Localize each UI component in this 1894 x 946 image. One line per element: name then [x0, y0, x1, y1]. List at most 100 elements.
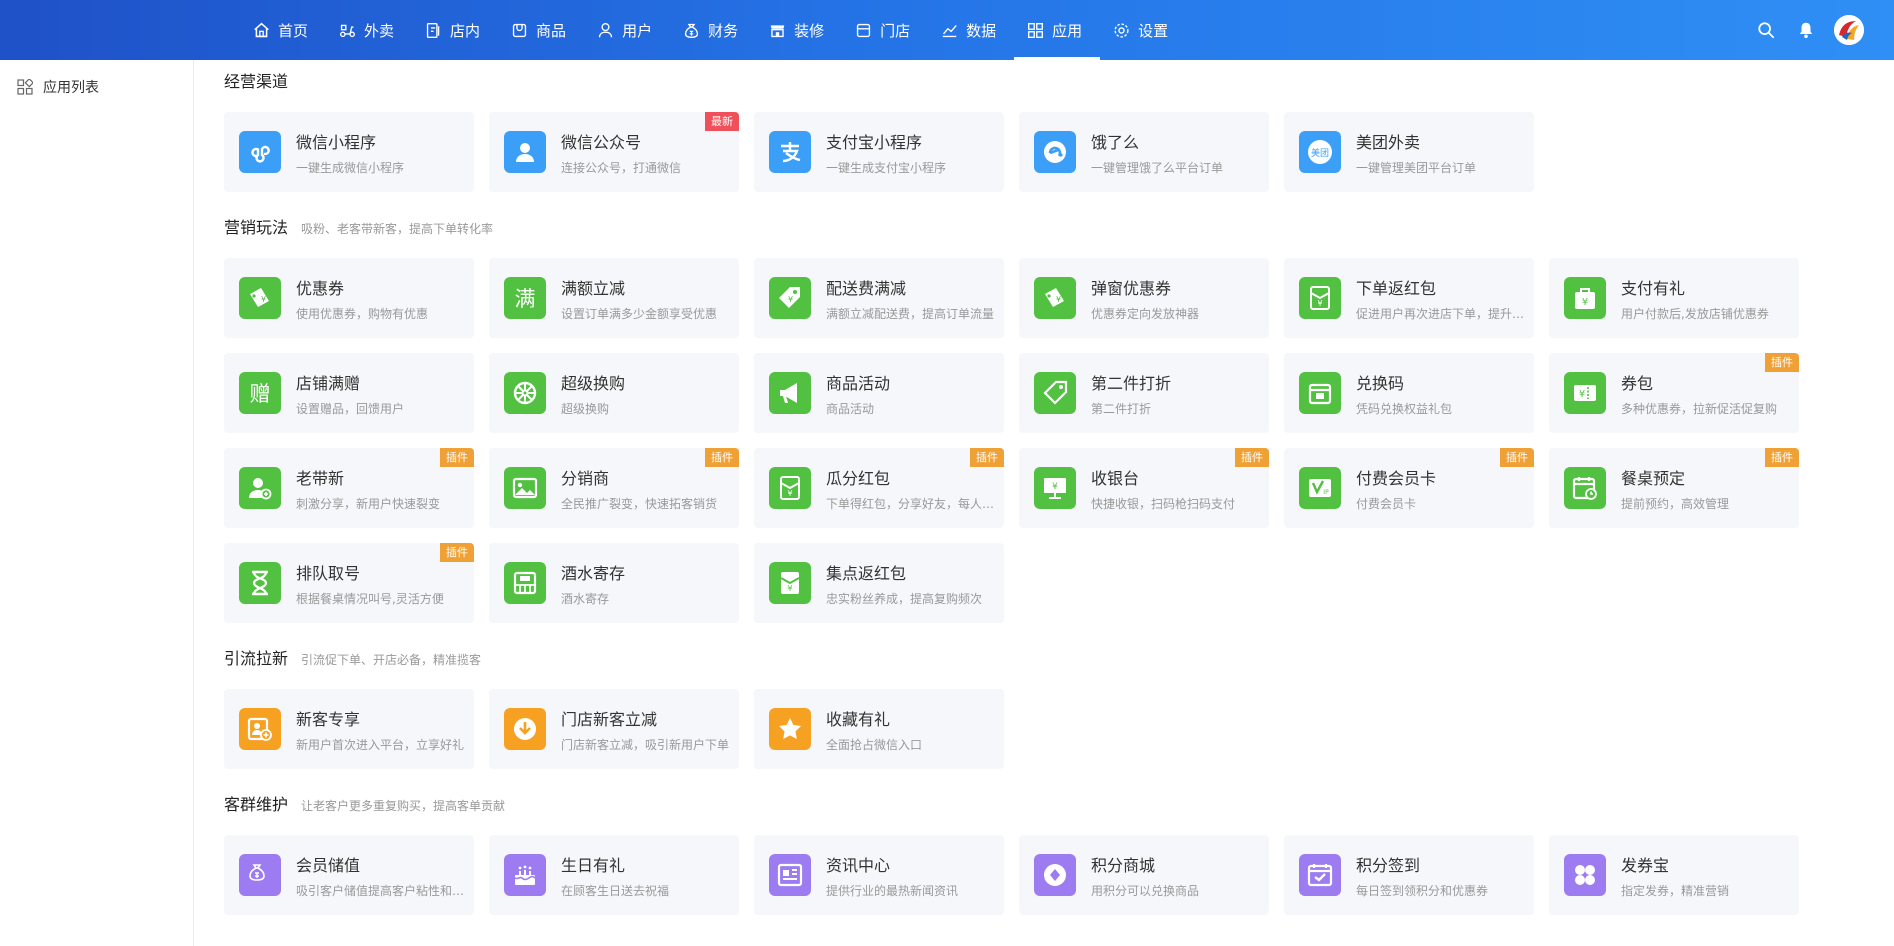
avatar[interactable] [1834, 15, 1864, 45]
app-card[interactable]: 饿了么 一键管理饿了么平台订单 [1019, 112, 1269, 192]
app-desc: 门店新客立减，吸引新用户下单 [561, 737, 730, 752]
app-card[interactable]: 微信小程序 一键生成微信小程序 [224, 112, 474, 192]
app-card[interactable]: 超级换购 超级换购 [489, 353, 739, 433]
app-card[interactable]: 酒水寄存 酒水寄存 [489, 543, 739, 623]
app-card[interactable]: 门店新客立减 门店新客立减，吸引新用户下单 [489, 689, 739, 769]
official-account-icon [504, 131, 546, 173]
delivery-tag-icon: ¥ [769, 277, 811, 319]
app-card[interactable]: ¥ 下单返红包 促进用户再次进店下单，提升复购 [1284, 258, 1534, 338]
svg-text:¥: ¥ [1579, 389, 1585, 400]
app-card[interactable]: ¥ 支付有礼 用户付款后,发放店铺优惠券 [1549, 258, 1799, 338]
app-card[interactable]: 资讯中心 提供行业的最热新闻资讯 [754, 835, 1004, 915]
nav-item-4[interactable]: 用户 [584, 0, 670, 60]
app-card[interactable]: ¥ 集点返红包 忠实粉丝养成，提高复购频次 [754, 543, 1004, 623]
app-desc: 全面抢占微信入口 [826, 737, 923, 752]
app-card-text: 第二件打折 第二件打折 [1091, 370, 1261, 417]
nav-item-6[interactable]: 装修 [756, 0, 842, 60]
app-desc: 新用户首次进入平台，立享好礼 [296, 737, 465, 752]
app-card-text: 券包 多种优惠券，拉新促活促复购 [1621, 370, 1791, 417]
app-card[interactable]: 支付宝小程序 一键生成支付宝小程序 [754, 112, 1004, 192]
app-card[interactable]: 美团 美团外卖 一键管理美团平台订单 [1284, 112, 1534, 192]
nav-item-5[interactable]: 财务 [670, 0, 756, 60]
calendar-check-icon [1299, 854, 1341, 896]
app-card[interactable]: 第二件打折 第二件打折 [1019, 353, 1269, 433]
section-title: 引流拉新 [224, 649, 289, 668]
app-card[interactable]: ¥ 弹窗优惠券 优惠券定向发放神器 [1019, 258, 1269, 338]
app-card[interactable]: 积分商城 用积分可以兑换商品 [1019, 835, 1269, 915]
app-card[interactable]: ¥ 瓜分红包 下单得红包，分享好友，每人可得 插件 [754, 448, 1004, 528]
app-card-text: 配送费满减 满额立减配送费，提高订单流量 [826, 275, 996, 322]
sidebar-item-app-list[interactable]: 应用列表 [0, 60, 193, 114]
app-name: 收藏有礼 [826, 709, 891, 729]
app-grid: 新客专享 新用户首次进入平台，立享好礼 门店新客立减 门店新客立减，吸引新用户下单 收藏… [224, 689, 1864, 769]
new-badge: 最新 [705, 112, 739, 131]
app-card[interactable]: ¥ 优惠券 使用优惠券，购物有优惠 [224, 258, 474, 338]
app-desc: 每日签到领积分和优惠券 [1356, 883, 1489, 898]
section-subtitle: 让老客户更多重复购买，提高客单贡献 [301, 799, 506, 813]
mini-program-icon [239, 131, 281, 173]
bell-icon[interactable] [1796, 20, 1816, 40]
app-card-text: 积分签到 每日签到领积分和优惠券 [1356, 852, 1526, 899]
app-card[interactable]: 老带新 刺激分享，新用户快速裂变 插件 [224, 448, 474, 528]
app-card[interactable]: 收藏有礼全面抢占微信入口 [754, 689, 1004, 769]
top-nav-bar: 首页 外卖 店内 商品 用户 财务 装修 门店 数据 应用 设置 [0, 0, 1894, 60]
nav-item-2[interactable]: 店内 [412, 0, 498, 60]
plugin-badge: 插件 [1765, 448, 1799, 467]
app-card[interactable]: 商品活动 商品活动 [754, 353, 1004, 433]
app-name: 新客专享 [296, 709, 361, 729]
app-name: 付费会员卡 [1356, 468, 1437, 488]
app-desc: 优惠券定向发放神器 [1091, 306, 1200, 321]
nav-item-0[interactable]: 首页 [240, 0, 326, 60]
app-card[interactable]: 餐桌预定 提前预约，高效管理 插件 [1549, 448, 1799, 528]
new-customer-icon [239, 708, 281, 750]
app-card[interactable]: 排队取号 根据餐桌情况叫号,灵活方便 插件 [224, 543, 474, 623]
shop-decor-icon [770, 24, 785, 37]
plugin-badge: 插件 [705, 448, 739, 467]
nav-item-9[interactable]: 应用 [1014, 0, 1101, 60]
split-red-packet-icon: ¥ [769, 467, 811, 509]
popup-coupon-icon: ¥ [1034, 277, 1076, 319]
nav-item-8[interactable]: 数据 [928, 0, 1014, 60]
app-card[interactable]: ¥ 券包 多种优惠券，拉新促活促复购 插件 [1549, 353, 1799, 433]
app-card[interactable]: 积分签到 每日签到领积分和优惠券 [1284, 835, 1534, 915]
app-desc: 设置赠品，回馈用户 [296, 401, 405, 416]
app-card[interactable]: ¥ 配送费满减 满额立减配送费，提高订单流量 [754, 258, 1004, 338]
app-name: 兑换码 [1356, 373, 1405, 393]
sidebar-item-label: 应用列表 [43, 80, 99, 96]
search-icon[interactable] [1756, 20, 1776, 40]
star-icon [769, 708, 811, 750]
app-card[interactable]: 赠 店铺满赠 设置赠品，回馈用户 [224, 353, 474, 433]
svg-text:¥: ¥ [261, 295, 266, 304]
nav-item-7[interactable]: 门店 [842, 0, 928, 60]
app-card-text: 商品活动 商品活动 [826, 370, 996, 417]
nav-item-10[interactable]: 设置 [1100, 0, 1186, 60]
main-nav: 首页 外卖 店内 商品 用户 财务 装修 门店 数据 应用 设置 [240, 0, 1186, 60]
app-card[interactable]: 会员储值 吸引客户储值提高客户粘性和复购 [224, 835, 474, 915]
app-card-text: 美团外卖 一键管理美团平台订单 [1356, 129, 1526, 176]
app-card[interactable]: ¥ 收银台 快捷收银，扫码枪扫码支付 插件 [1019, 448, 1269, 528]
app-card[interactable]: 兑换码 凭码兑换权益礼包 [1284, 353, 1534, 433]
points-red-packet-icon: ¥ [769, 562, 811, 604]
plugin-badge: 插件 [1765, 353, 1799, 372]
app-desc: 设置订单满多少金额享受优惠 [561, 306, 718, 321]
nav-item-3[interactable]: 商品 [498, 0, 584, 60]
nav-item-label: 外卖 [364, 21, 395, 40]
app-card[interactable]: 微信公众号 连接公众号，打通微信 最新 [489, 112, 739, 192]
app-card[interactable]: 发券宝 指定发券，精准营销 [1549, 835, 1799, 915]
cashier-icon: ¥ [1034, 467, 1076, 509]
svg-text:¥: ¥ [787, 584, 792, 593]
app-name: 资讯中心 [826, 855, 891, 875]
app-desc: 根据餐桌情况叫号,灵活方便 [296, 591, 444, 606]
apps-icon [17, 79, 33, 95]
nav-item-1[interactable]: 外卖 [326, 0, 412, 60]
section-header: 营销玩法 吸粉、老客带新客，提高下单转化率 [224, 214, 1864, 248]
app-card[interactable]: 分销商 全民推广裂变，快速拓客销货 插件 [489, 448, 739, 528]
top-right-actions [1736, 0, 1864, 60]
app-name: 排队取号 [296, 563, 361, 583]
app-center: 经营渠道 微信小程序 一键生成微信小程序 微信公众号 连接公众号，打通微信 最新 支付宝小程… [224, 60, 1864, 946]
app-card[interactable]: IP 付费会员卡 付费会员卡 插件 [1284, 448, 1534, 528]
app-card[interactable]: 生日有礼 在顾客生日送去祝福 [489, 835, 739, 915]
app-card[interactable]: 新客专享新用户首次进入平台，立享好礼 [224, 689, 474, 769]
hourglass-icon [239, 562, 281, 604]
app-card[interactable]: 满 满额立减 设置订单满多少金额享受优惠 [489, 258, 739, 338]
